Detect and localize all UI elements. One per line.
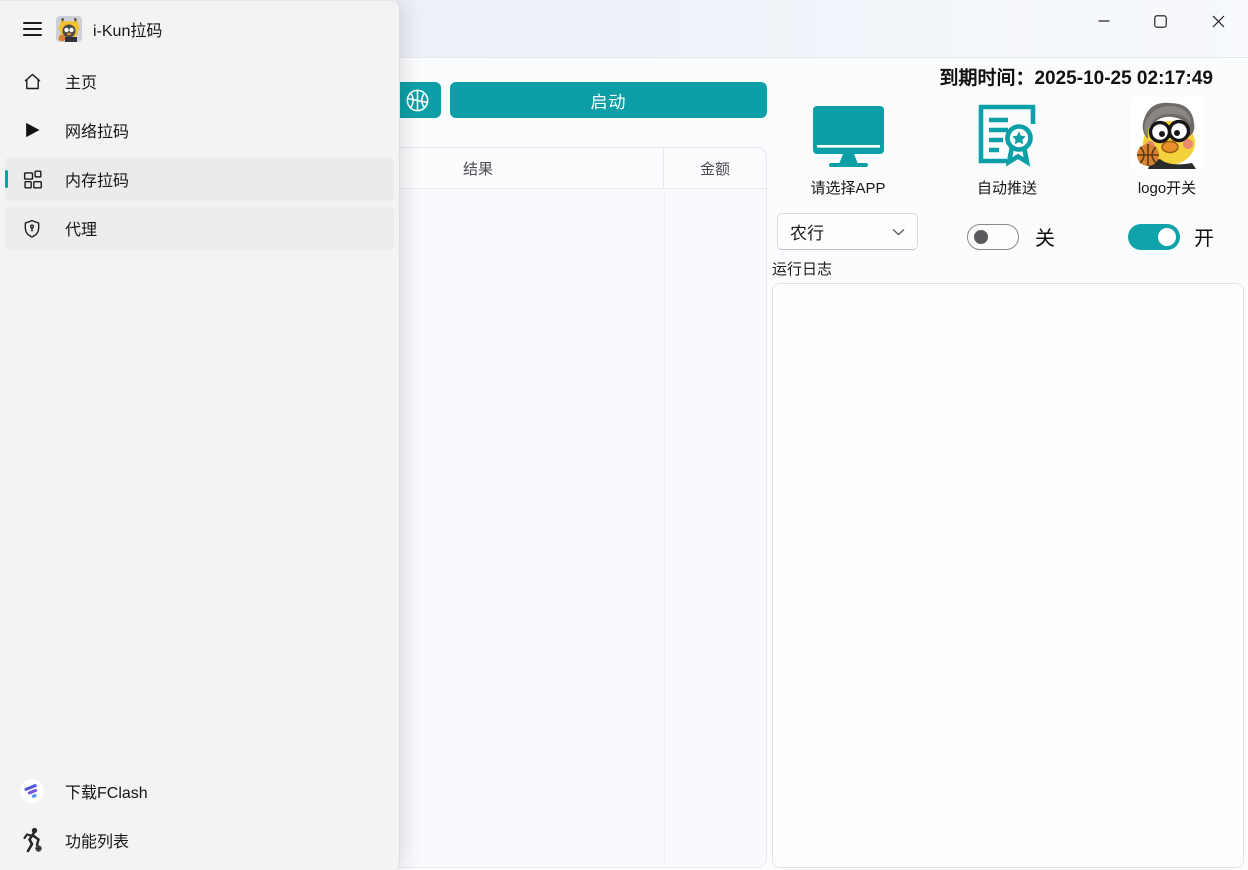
auto-push-toggle[interactable]: [967, 224, 1019, 250]
sidebar-item-label: 代理: [65, 216, 97, 240]
close-button[interactable]: [1195, 0, 1241, 42]
app-window: 启动 结果 金额 到期时间：2025-10-25 02:17:49 请选择APP: [0, 0, 1248, 870]
sidebar-item-feature-list[interactable]: 功能列表: [5, 818, 394, 862]
grid-icon: [20, 169, 44, 190]
sidebar-item-home[interactable]: 主页: [5, 59, 394, 103]
nav-drawer: i-Kun拉码 主页 网络拉码: [0, 0, 400, 870]
logo-switch-feature: logo开关: [1117, 97, 1217, 198]
basketball-icon: [404, 87, 431, 114]
sidebar-item-proxy[interactable]: 代理: [5, 206, 394, 250]
monitor-icon: [812, 103, 885, 169]
toggle-knob: [1158, 228, 1176, 246]
minimize-button[interactable]: [1081, 0, 1127, 42]
auto-push-state: 关: [1035, 222, 1055, 251]
shield-icon: [20, 218, 44, 239]
drawer-nav: 主页 网络拉码 内存拉码: [0, 57, 399, 255]
toggle-knob: [974, 230, 988, 244]
minimize-icon: [1098, 15, 1110, 27]
auto-push-feature: 自动推送: [957, 101, 1057, 198]
expiry-time: 到期时间：2025-10-25 02:17:49: [770, 63, 1213, 90]
sidebar-item-label: 内存拉码: [65, 167, 129, 191]
sidebar-item-network[interactable]: 网络拉码: [5, 108, 394, 152]
app-select-label: 请选择APP: [810, 177, 885, 198]
app-logo-icon: [56, 16, 82, 42]
drawer-header: i-Kun拉码: [0, 1, 399, 57]
avatar-image: [1130, 97, 1204, 169]
drawer-footer: 下载FClash 功能列表: [0, 769, 399, 870]
start-button[interactable]: 启动: [450, 82, 767, 118]
fclash-icon: [20, 778, 44, 804]
logo-switch-state: 开: [1194, 222, 1214, 251]
sidebar-item-download-fclash[interactable]: 下载FClash: [5, 769, 394, 813]
close-icon: [1212, 15, 1225, 28]
sidebar-item-label: 主页: [65, 69, 97, 93]
chevron-down-icon: [892, 228, 905, 236]
sidebar-item-memory[interactable]: 内存拉码: [5, 157, 394, 201]
certificate-icon: [975, 101, 1039, 169]
maximize-icon: [1154, 15, 1167, 28]
selected-indicator: [5, 170, 8, 188]
app-select-feature: 请选择APP: [798, 103, 898, 198]
app-title: i-Kun拉码: [93, 17, 162, 41]
app-select-dropdown[interactable]: 农行: [777, 213, 918, 250]
play-icon: [20, 120, 44, 140]
app-select-value: 农行: [790, 219, 824, 244]
basketball-button[interactable]: [393, 82, 441, 118]
maximize-button[interactable]: [1137, 0, 1183, 42]
run-log-label: 运行日志: [772, 258, 832, 279]
sidebar-item-label: 功能列表: [65, 828, 129, 852]
column-header-amount[interactable]: 金额: [664, 148, 766, 188]
home-icon: [20, 71, 44, 92]
basketball-player-icon: [20, 827, 44, 853]
column-divider: [664, 189, 665, 868]
sidebar-item-label: 网络拉码: [65, 118, 129, 142]
logo-switch-label: logo开关: [1138, 177, 1196, 198]
run-log-output[interactable]: [772, 283, 1244, 868]
logo-switch-toggle[interactable]: [1128, 224, 1180, 250]
sidebar-item-label: 下载FClash: [65, 779, 148, 803]
auto-push-label: 自动推送: [977, 177, 1037, 198]
hamburger-menu-button[interactable]: [12, 11, 52, 47]
